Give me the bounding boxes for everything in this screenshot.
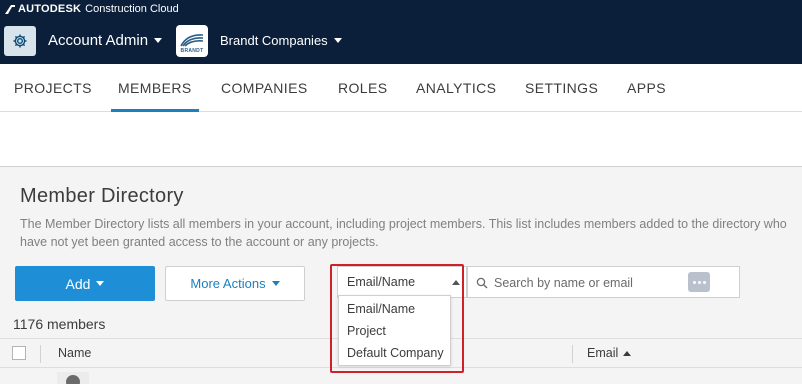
dropdown-option-default-company[interactable]: Default Company (347, 346, 444, 360)
tab-apps[interactable]: APPS (627, 64, 666, 112)
dot-icon (702, 280, 706, 284)
page-title: Member Directory (20, 185, 184, 207)
tab-companies[interactable]: COMPANIES (221, 64, 308, 112)
page-description: The Member Directory lists all members i… (20, 217, 787, 249)
brand-name: AUTODESK (18, 3, 82, 15)
account-admin-menu[interactable]: Account Admin (48, 32, 163, 49)
chevron-up-icon (452, 280, 460, 285)
brand-product: Construction Cloud (85, 3, 179, 15)
more-options-button[interactable] (688, 272, 710, 292)
company-logo: BRANDT (176, 25, 208, 57)
main-tabs: PROJECTS MEMBERS COMPANIES ROLES ANALYTI… (0, 64, 802, 112)
chevron-down-icon (271, 281, 280, 286)
dropdown-option-email-name[interactable]: Email/Name (347, 302, 415, 316)
column-header-email-label: Email (587, 346, 619, 360)
member-count: 1176 members (13, 316, 106, 332)
company-menu[interactable]: Brandt Companies (220, 33, 342, 48)
more-actions-button[interactable]: More Actions (165, 266, 305, 301)
sort-ascending-icon (623, 350, 632, 356)
column-header-email[interactable]: Email (587, 346, 632, 360)
settings-button[interactable] (4, 26, 36, 56)
dot-icon (697, 280, 701, 284)
add-button-label: Add (65, 275, 91, 292)
tab-analytics[interactable]: ANALYTICS (416, 64, 496, 112)
autodesk-logo-icon (5, 4, 15, 14)
user-silhouette-icon (66, 375, 80, 384)
search-field-selected: Email/Name (347, 275, 416, 289)
tab-roles[interactable]: ROLES (338, 64, 387, 112)
tab-projects[interactable]: PROJECTS (14, 64, 92, 112)
dropdown-option-project[interactable]: Project (347, 324, 386, 338)
account-admin-label: Account Admin (48, 32, 149, 49)
add-button[interactable]: Add (15, 266, 155, 301)
autodesk-brand: AUTODESK Construction Cloud (5, 2, 179, 16)
search-field-dropdown: Email/Name Project Default Company (338, 295, 451, 366)
company-menu-label: Brandt Companies (220, 33, 328, 48)
dot-icon (692, 280, 696, 284)
tab-members[interactable]: MEMBERS (111, 64, 199, 112)
column-header-name[interactable]: Name (58, 346, 91, 360)
chevron-down-icon (96, 281, 105, 286)
more-actions-label: More Actions (190, 276, 266, 291)
search-box (467, 266, 740, 298)
search-icon (476, 277, 488, 289)
avatar (57, 372, 89, 384)
chevron-down-icon (333, 38, 342, 43)
search-field-select[interactable]: Email/Name (337, 266, 467, 298)
column-divider (572, 345, 573, 363)
search-input[interactable] (494, 271, 684, 295)
column-divider (40, 345, 41, 363)
top-bar: AUTODESK Construction Cloud Account Admi… (0, 0, 802, 64)
chevron-down-icon (154, 38, 163, 43)
gear-icon (13, 34, 27, 48)
select-all-checkbox[interactable] (12, 346, 26, 360)
tab-settings[interactable]: SETTINGS (525, 64, 598, 112)
company-logo-text: BRANDT (180, 48, 204, 54)
brandt-logo-icon (180, 34, 204, 47)
